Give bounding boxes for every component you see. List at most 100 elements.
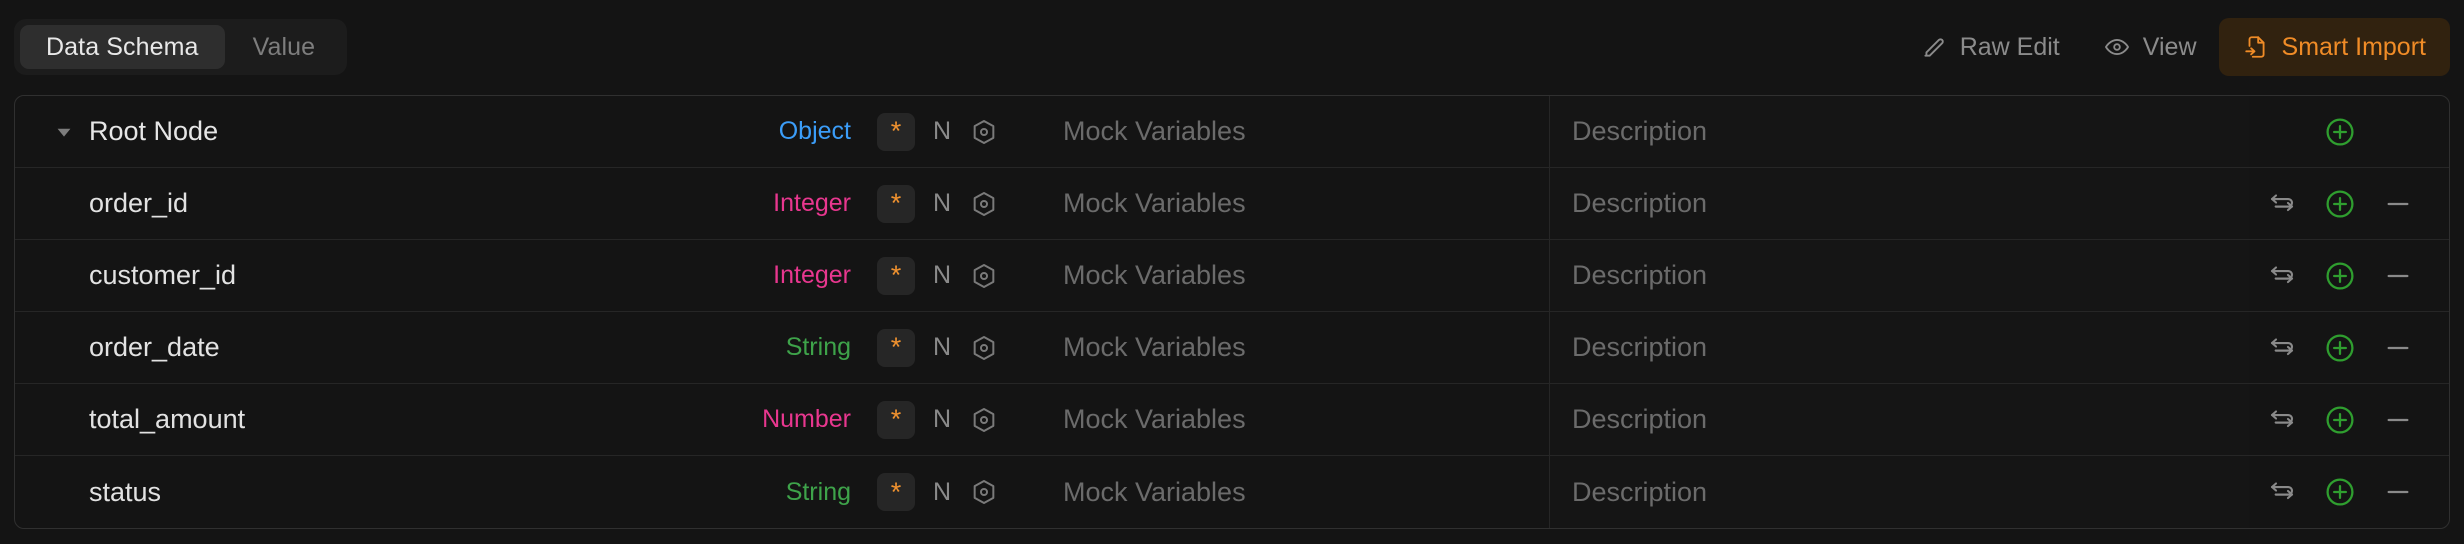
mock-variables-input[interactable]: Mock Variables [1063, 477, 1246, 508]
schema-field-name[interactable]: order_date [89, 332, 220, 363]
description-input[interactable]: Description [1572, 332, 1707, 363]
required-toggle[interactable]: * [877, 256, 915, 295]
schema-type-cell: Object [575, 96, 855, 167]
schema-name-cell: status [15, 456, 575, 528]
row-actions-cell [2249, 168, 2449, 239]
mock-variables-input[interactable]: Mock Variables [1063, 116, 1246, 147]
required-toggle[interactable]: * [877, 328, 915, 367]
remove-field-icon[interactable] [2382, 476, 2414, 508]
schema-type-select[interactable]: Object [779, 117, 851, 146]
remove-field-icon[interactable] [2382, 404, 2414, 436]
toolbar-action-label: Raw Edit [1959, 32, 2060, 61]
mock-variables-input[interactable]: Mock Variables [1063, 260, 1246, 291]
tab-value[interactable]: Value [227, 25, 342, 69]
schema-type-select[interactable]: Integer [773, 189, 851, 218]
tab-data-schema[interactable]: Data Schema [20, 25, 225, 69]
nullable-toggle[interactable]: N [927, 189, 957, 218]
schema-field-name[interactable]: customer_id [89, 260, 236, 291]
row-actions-cell [2249, 96, 2449, 167]
mock-variables-input[interactable]: Mock Variables [1063, 332, 1246, 363]
swap-icon[interactable] [2266, 332, 2298, 364]
description-input[interactable]: Description [1572, 188, 1707, 219]
mock-variables-cell: Mock Variables [1045, 312, 1549, 383]
schema-type-select[interactable]: String [786, 333, 851, 362]
add-field-icon[interactable] [2324, 476, 2356, 508]
gear-hex-icon[interactable] [969, 333, 999, 363]
gear-hex-icon[interactable] [969, 405, 999, 435]
gear-hex-icon[interactable] [969, 117, 999, 147]
remove-field-icon[interactable] [2382, 260, 2414, 292]
add-field-icon[interactable] [2324, 404, 2356, 436]
tab-group: Data Schema Value [14, 19, 348, 75]
table-row: total_amount Number * N Mock Variables Descri… [15, 384, 2449, 456]
required-toggle[interactable]: * [877, 184, 915, 223]
mock-variables-input[interactable]: Mock Variables [1063, 188, 1246, 219]
schema-type-select[interactable]: Integer [773, 261, 851, 290]
schema-type-cell: Number [575, 384, 855, 455]
table-row: customer_id Integer * N Mock Variables Descri… [15, 240, 2449, 312]
description-cell: Description [1549, 456, 2249, 528]
row-actions-cell [2249, 384, 2449, 455]
nullable-toggle[interactable]: N [927, 333, 957, 362]
remove-field-icon[interactable] [2382, 188, 2414, 220]
nullable-toggle[interactable]: N [927, 405, 957, 434]
gear-hex-icon[interactable] [969, 477, 999, 507]
description-cell: Description [1549, 384, 2249, 455]
required-toggle[interactable]: * [877, 112, 915, 151]
schema-field-name[interactable]: total_amount [89, 404, 245, 435]
swap-icon[interactable] [2266, 404, 2298, 436]
table-row: order_date String * N Mock Variables Descript… [15, 312, 2449, 384]
mock-variables-input[interactable]: Mock Variables [1063, 404, 1246, 435]
mock-variables-cell: Mock Variables [1045, 384, 1549, 455]
required-toggle[interactable]: * [877, 400, 915, 439]
schema-editor-panel: Data Schema Value Raw Edit View Smart Impor… [0, 0, 2464, 544]
view-button[interactable]: View [2082, 18, 2219, 76]
mock-variables-cell: Mock Variables [1045, 168, 1549, 239]
swap-icon[interactable] [2266, 260, 2298, 292]
add-field-icon[interactable] [2324, 116, 2356, 148]
row-actions-cell [2249, 312, 2449, 383]
schema-flags-cell: * N [855, 456, 1045, 528]
file-import-icon [2243, 34, 2269, 60]
schema-type-cell: Integer [575, 168, 855, 239]
swap-icon[interactable] [2266, 188, 2298, 220]
caret-down-icon[interactable] [51, 119, 77, 145]
schema-flags-cell: * N [855, 384, 1045, 455]
gear-hex-icon[interactable] [969, 189, 999, 219]
toolbar-action-label: View [2142, 32, 2197, 61]
toolbar: Data Schema Value Raw Edit View Smart Impor… [0, 0, 2464, 94]
schema-flags-cell: * N [855, 312, 1045, 383]
schema-flags-cell: * N [855, 96, 1045, 167]
schema-field-name[interactable]: order_id [89, 188, 188, 219]
swap-icon[interactable] [2266, 476, 2298, 508]
add-field-icon[interactable] [2324, 188, 2356, 220]
schema-field-name[interactable]: status [89, 477, 161, 508]
description-cell: Description [1549, 312, 2249, 383]
raw-edit-button[interactable]: Raw Edit [1899, 18, 2082, 76]
schema-name-cell: order_id [15, 168, 575, 239]
mock-variables-cell: Mock Variables [1045, 456, 1549, 528]
description-input[interactable]: Description [1572, 477, 1707, 508]
description-cell: Description [1549, 168, 2249, 239]
nullable-toggle[interactable]: N [927, 261, 957, 290]
add-field-icon[interactable] [2324, 260, 2356, 292]
schema-name-cell: customer_id [15, 240, 575, 311]
schema-flags-cell: * N [855, 240, 1045, 311]
description-input[interactable]: Description [1572, 404, 1707, 435]
mock-variables-cell: Mock Variables [1045, 240, 1549, 311]
schema-name-cell: Root Node [15, 96, 575, 167]
schema-field-name[interactable]: Root Node [89, 116, 218, 147]
required-toggle[interactable]: * [877, 473, 915, 511]
schema-type-select[interactable]: String [786, 478, 851, 507]
nullable-toggle[interactable]: N [927, 478, 957, 507]
smart-import-button[interactable]: Smart Import [2218, 18, 2450, 76]
add-field-icon[interactable] [2324, 332, 2356, 364]
remove-field-icon[interactable] [2382, 332, 2414, 364]
schema-name-cell: order_date [15, 312, 575, 383]
description-input[interactable]: Description [1572, 260, 1707, 291]
nullable-toggle[interactable]: N [927, 117, 957, 146]
schema-type-select[interactable]: Number [762, 405, 851, 434]
description-input[interactable]: Description [1572, 116, 1707, 147]
gear-hex-icon[interactable] [969, 261, 999, 291]
toolbar-action-label: Smart Import [2281, 32, 2426, 61]
